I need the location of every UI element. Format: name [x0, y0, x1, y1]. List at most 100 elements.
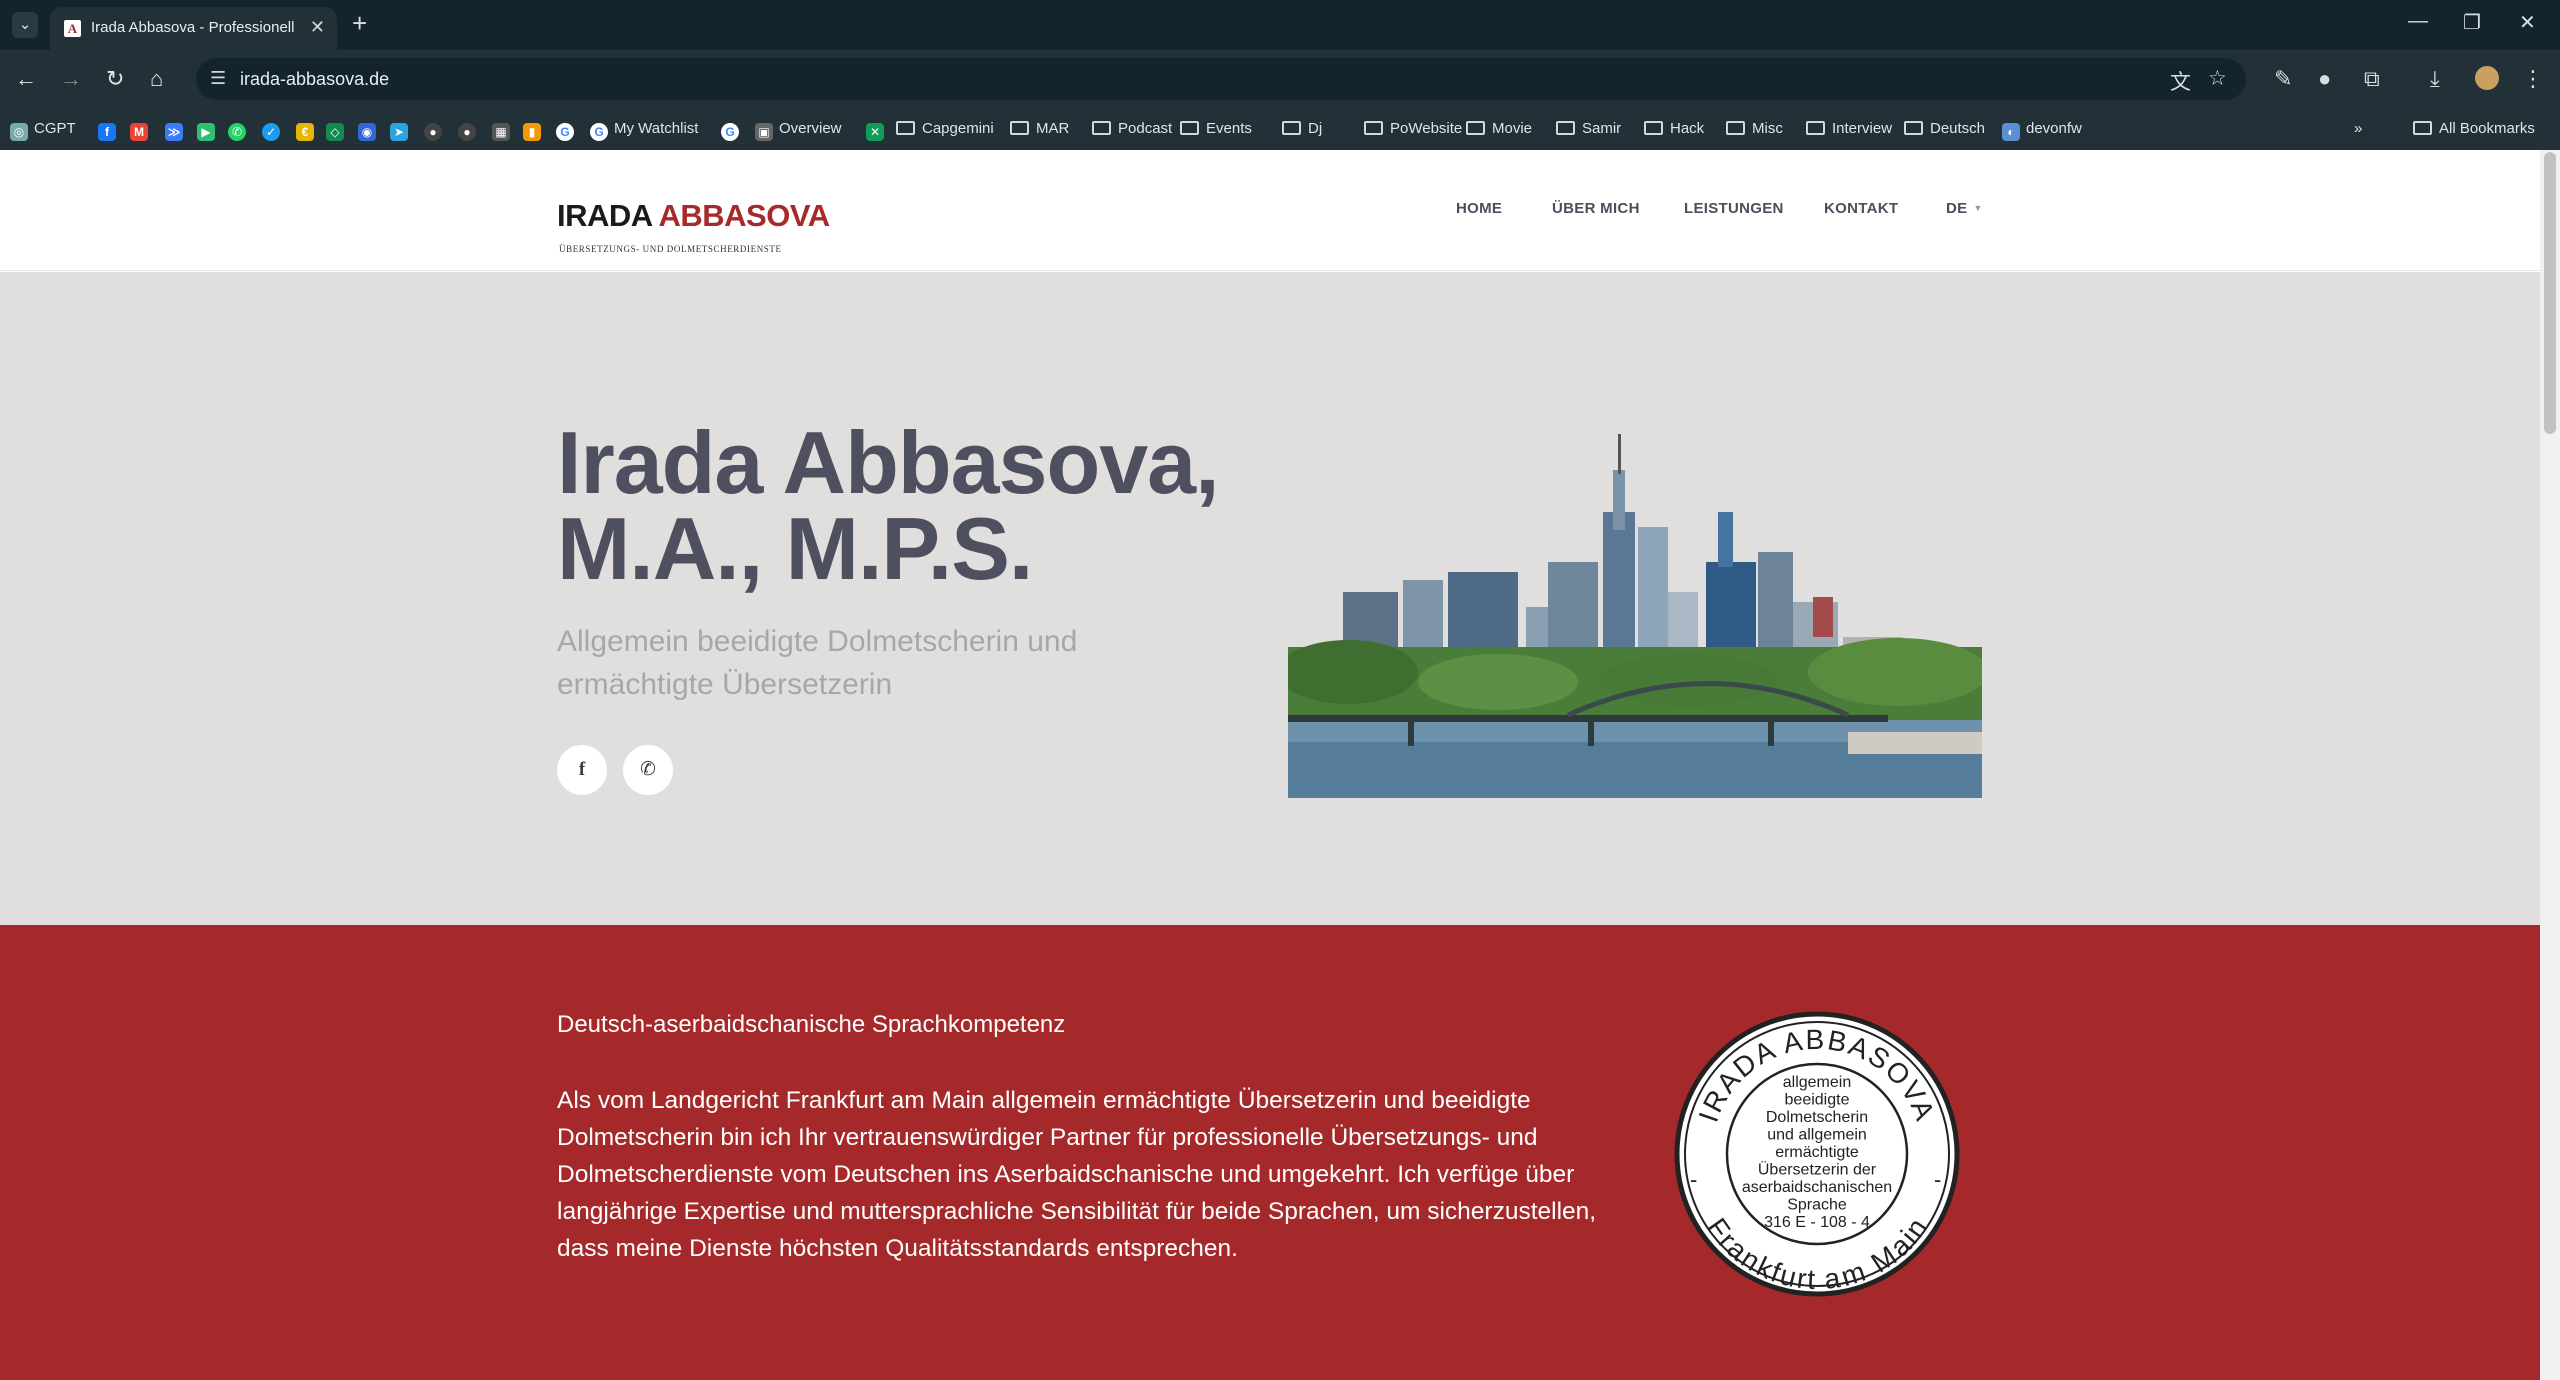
whatsapp-icon[interactable]: ✆	[623, 745, 673, 795]
bookmark-item[interactable]: Interview	[1806, 116, 1892, 142]
hero-title-line2: M.A., M.P.S.	[557, 499, 1033, 598]
download-icon[interactable]: ⤓	[2430, 67, 2440, 91]
bookmark-label: Events	[1206, 120, 1252, 137]
bookmark-item[interactable]: ➤	[390, 116, 414, 142]
bookmark-item[interactable]: G	[556, 116, 580, 142]
url-text[interactable]: irada-abbasova.de	[240, 69, 389, 90]
bookmark-item[interactable]: ▮	[523, 116, 547, 142]
google-icon: G	[721, 123, 739, 141]
bookmark-label: My Watchlist	[614, 120, 699, 137]
bookmark-item[interactable]: ✆	[228, 116, 252, 142]
browser-tab-active[interactable]: A Irada Abbasova - Professionell ✕	[50, 7, 337, 50]
bookmark-item[interactable]: MAR	[1010, 116, 1069, 142]
tab-strip: ⌄ A Irada Abbasova - Professionell ✕ + —…	[0, 0, 2560, 50]
bookmark-item[interactable]: ▶	[197, 116, 221, 142]
bookmark-item[interactable]: Podcast	[1092, 116, 1172, 142]
extensions-puzzle-icon[interactable]: ⧉	[2364, 67, 2380, 91]
bookmark-item[interactable]: Capgemini	[896, 116, 994, 142]
bookmark-item[interactable]: ✓	[262, 116, 286, 142]
folder-icon	[1282, 121, 1301, 135]
bookmark-item[interactable]: PoWebsite	[1364, 116, 1462, 142]
window-close-icon[interactable]: ✕	[2519, 10, 2536, 35]
restore-icon[interactable]: ❐	[2463, 10, 2481, 35]
address-bar[interactable]: ☰ irada-abbasova.de 文 ☆	[196, 58, 2246, 100]
bookmark-item[interactable]: ≫	[165, 116, 189, 142]
folder-icon	[1556, 121, 1575, 135]
scrollbar-thumb[interactable]	[2544, 152, 2556, 434]
nav-home[interactable]: HOME	[1456, 200, 1502, 217]
profile-avatar[interactable]	[2475, 66, 2499, 90]
bookmark-item[interactable]: ●	[458, 116, 482, 142]
language-dropdown[interactable]: DE ▼	[1946, 200, 1983, 217]
bookmark-item[interactable]: G My Watchlist	[590, 116, 698, 142]
reload-icon[interactable]: ↻	[106, 67, 124, 91]
bookmark-item[interactable]: ●	[424, 116, 448, 142]
about-section: Deutsch-aserbaidschanische Sprachkompete…	[0, 925, 2540, 1380]
bookmark-item[interactable]: ◐ devonfw	[2002, 116, 2082, 142]
folder-icon	[1726, 121, 1745, 135]
bookmark-item[interactable]: Dj	[1282, 116, 1322, 142]
seal-text-line: beeidigte	[1785, 1092, 1850, 1109]
google-play-icon: ▶	[197, 123, 215, 141]
nav-services[interactable]: LEISTUNGEN	[1684, 200, 1784, 217]
seal-text-line: ermächtigte	[1775, 1144, 1859, 1161]
back-arrow-icon[interactable]: ←	[15, 67, 37, 91]
bookmark-item[interactable]: f	[98, 116, 122, 142]
svg-text:-: -	[1934, 1167, 1941, 1192]
hero-subtitle: Allgemein beeidigte Dolmetscherin und er…	[557, 625, 1078, 701]
bookmark-label: Capgemini	[922, 120, 994, 137]
bookmark-star-icon[interactable]: ☆	[2208, 66, 2227, 91]
bookmark-item[interactable]: Misc	[1726, 116, 1783, 142]
folder-icon	[1806, 121, 1825, 135]
about-heading: Deutsch-aserbaidschanische Sprachkompete…	[557, 1011, 1066, 1038]
facebook-icon[interactable]: f	[557, 745, 607, 795]
bookmark-label: Misc	[1752, 120, 1783, 137]
bookmark-item[interactable]: Hack	[1644, 116, 1704, 142]
telegram-icon: ➤	[390, 123, 408, 141]
nav-contact[interactable]: KONTAKT	[1824, 200, 1898, 217]
language-label: DE	[1946, 200, 1968, 217]
bookmark-item[interactable]: ▣ Overview	[755, 116, 842, 142]
messenger-icon: ≫	[165, 123, 183, 141]
bookmark-item[interactable]: ◇	[326, 116, 350, 142]
bookmark-item[interactable]: Movie	[1466, 116, 1532, 142]
new-tab-plus-icon[interactable]: +	[352, 10, 367, 36]
page-scrollbar[interactable]	[2540, 150, 2560, 1380]
translate-icon[interactable]: 文	[2170, 66, 2191, 96]
all-bookmarks-label: All Bookmarks	[2439, 120, 2535, 137]
bookmark-item[interactable]: ✕	[866, 116, 890, 142]
eyedropper-icon[interactable]: ✎	[2274, 67, 2292, 91]
more-bookmarks-chevron-icon[interactable]: »	[2354, 116, 2362, 142]
bookmark-item[interactable]: ▦	[492, 116, 516, 142]
home-icon[interactable]: ⌂	[150, 67, 163, 91]
site-info-icon[interactable]: ☰	[210, 68, 226, 89]
site-logo[interactable]: IRADA ABBASOVA	[557, 198, 830, 234]
bookmark-item[interactable]: Deutsch	[1904, 116, 1985, 142]
tab-search-chevron-icon[interactable]: ⌄	[12, 12, 38, 38]
all-bookmarks-button[interactable]: All Bookmarks	[2413, 116, 2535, 142]
forward-arrow-icon[interactable]: →	[60, 67, 82, 91]
grid-icon: ▦	[492, 123, 510, 141]
minimize-icon[interactable]: —	[2408, 10, 2428, 33]
extension-badge-icon[interactable]: ●	[2318, 67, 2331, 91]
bookmark-label: Interview	[1832, 120, 1893, 137]
bookmark-item[interactable]: M	[130, 116, 154, 142]
dashboard-icon: ▣	[755, 123, 773, 141]
github-icon: ●	[458, 123, 476, 141]
official-seal-stamp: IRADA ABBASOVA Frankfurt am Main - - all…	[1674, 1011, 1960, 1297]
bookmark-item[interactable]: G	[721, 116, 745, 142]
bookmark-item[interactable]: Events	[1180, 116, 1252, 142]
bookmark-item[interactable]: €	[296, 116, 320, 142]
bookmark-item[interactable]: ◎ CGPT	[10, 116, 76, 142]
bookmark-item[interactable]: Samir	[1556, 116, 1621, 142]
seal-text-line: aserbaidschanischen	[1742, 1179, 1892, 1196]
tab-close-icon[interactable]: ✕	[310, 17, 325, 38]
logo-last-name: ABBASOVA	[658, 198, 830, 233]
google-icon: G	[590, 123, 608, 141]
nav-about[interactable]: ÜBER MICH	[1552, 200, 1640, 217]
seal-text-line: Übersetzerin der	[1758, 1161, 1877, 1179]
bookmark-item[interactable]: ◉	[358, 116, 382, 142]
globe-icon: ◉	[358, 123, 376, 141]
menu-dots-icon[interactable]: ⋮	[2522, 67, 2544, 91]
bookmark-label: Podcast	[1118, 120, 1173, 137]
